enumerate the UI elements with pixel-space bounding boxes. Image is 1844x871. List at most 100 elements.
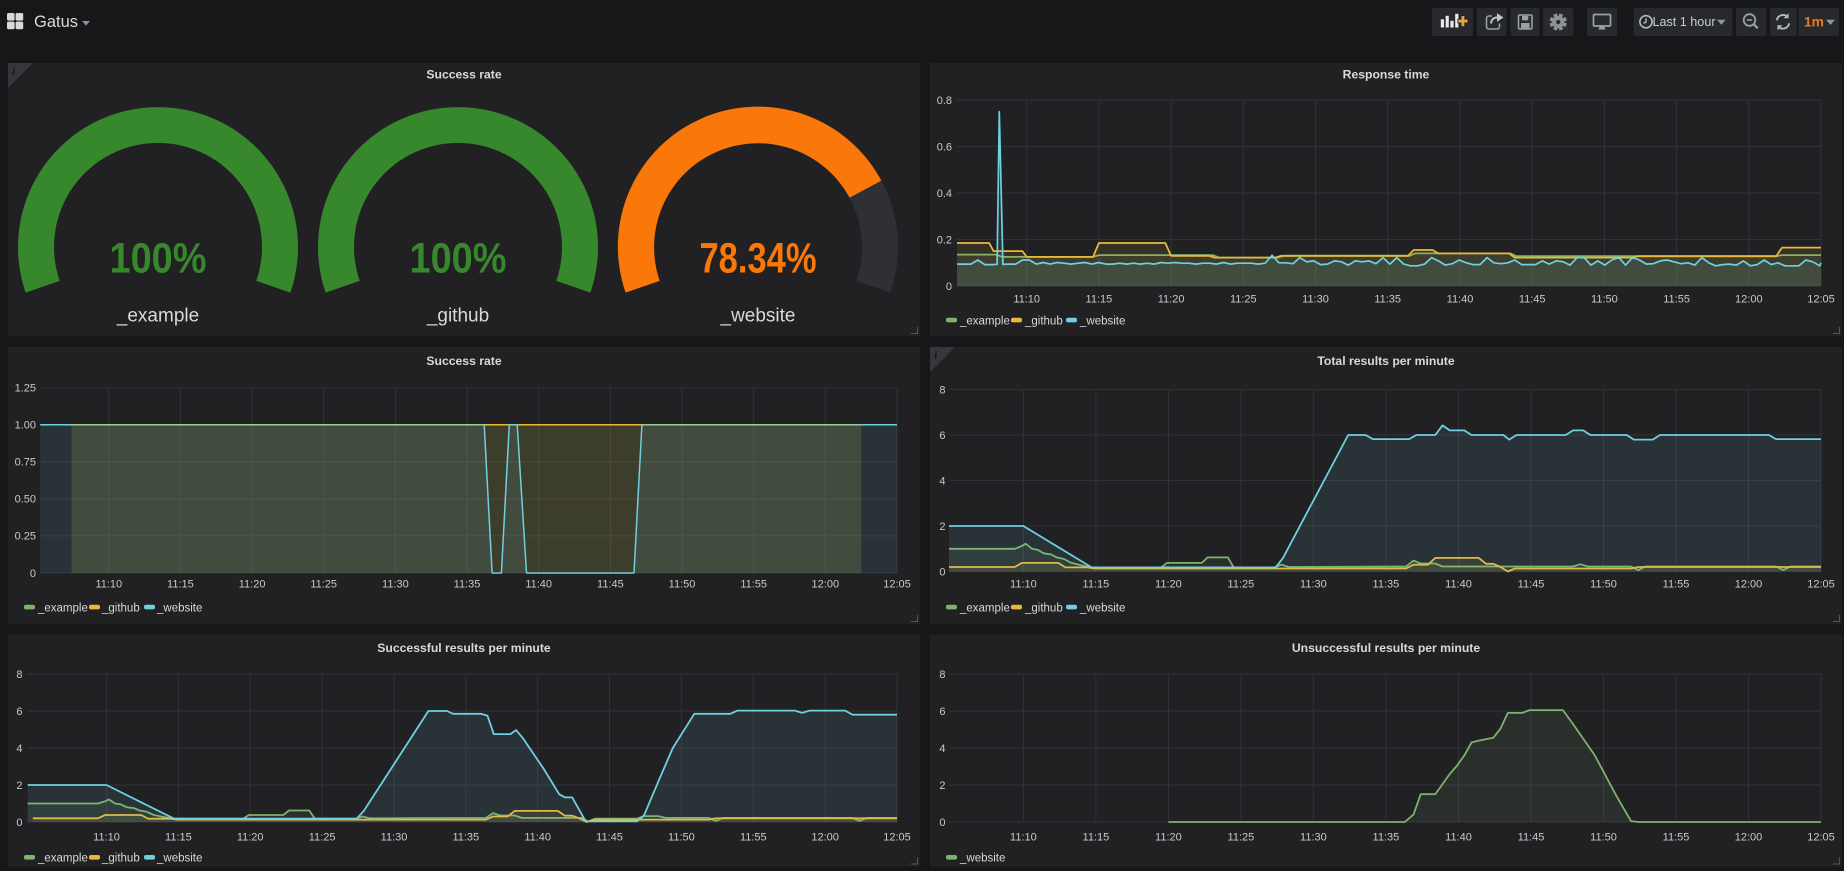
- svg-text:_github: _github: [1024, 316, 1063, 328]
- svg-text:2: 2: [939, 780, 945, 792]
- svg-text:12:05: 12:05: [1807, 831, 1835, 843]
- svg-text:11:50: 11:50: [668, 831, 695, 843]
- svg-text:11:10: 11:10: [93, 831, 120, 843]
- svg-text:12:00: 12:00: [1735, 293, 1763, 305]
- svg-text:11:45: 11:45: [1518, 578, 1545, 590]
- svg-text:0: 0: [16, 817, 22, 829]
- svg-text:_website: _website: [156, 603, 202, 615]
- svg-text:6: 6: [939, 430, 945, 442]
- svg-text:11:25: 11:25: [1228, 831, 1255, 843]
- svg-text:0: 0: [939, 817, 945, 829]
- svg-text:Unsuccessful results per minut: Unsuccessful results per minute: [1292, 641, 1481, 655]
- svg-text:4: 4: [939, 475, 945, 487]
- svg-text:11:40: 11:40: [524, 831, 551, 843]
- svg-text:0.2: 0.2: [937, 234, 952, 246]
- svg-text:11:25: 11:25: [1228, 578, 1255, 590]
- svg-text:11:10: 11:10: [1010, 578, 1037, 590]
- svg-text:11:30: 11:30: [382, 578, 409, 590]
- svg-text:11:25: 11:25: [310, 578, 337, 590]
- svg-text:_example: _example: [959, 603, 1010, 615]
- svg-text:11:45: 11:45: [1518, 831, 1545, 843]
- svg-text:11:55: 11:55: [740, 831, 767, 843]
- svg-text:2: 2: [939, 521, 945, 533]
- svg-text:_example: _example: [959, 316, 1010, 328]
- svg-text:0: 0: [946, 281, 952, 293]
- svg-text:12:05: 12:05: [1807, 578, 1835, 590]
- svg-text:0.50: 0.50: [15, 494, 36, 506]
- svg-text:11:50: 11:50: [1591, 293, 1618, 305]
- svg-text:Response time: Response time: [1343, 68, 1430, 82]
- svg-text:11:30: 11:30: [1302, 293, 1329, 305]
- svg-text:11:50: 11:50: [1590, 831, 1617, 843]
- svg-text:12:00: 12:00: [812, 578, 840, 590]
- svg-text:_github: _github: [1024, 603, 1063, 615]
- svg-text:6: 6: [939, 706, 945, 718]
- svg-text:0.25: 0.25: [15, 531, 36, 543]
- svg-text:0: 0: [939, 566, 945, 578]
- svg-text:11:20: 11:20: [1158, 293, 1185, 305]
- svg-text:4: 4: [939, 743, 945, 755]
- svg-text:11:30: 11:30: [1300, 831, 1327, 843]
- svg-text:Success rate: Success rate: [426, 68, 501, 82]
- svg-text:11:50: 11:50: [1590, 578, 1617, 590]
- svg-text:11:15: 11:15: [165, 831, 192, 843]
- svg-text:11:15: 11:15: [1086, 293, 1113, 305]
- svg-text:11:10: 11:10: [1013, 293, 1040, 305]
- svg-text:100%: 100%: [110, 236, 207, 283]
- svg-text:11:55: 11:55: [1663, 831, 1690, 843]
- svg-text:11:40: 11:40: [1445, 831, 1472, 843]
- svg-text:12:00: 12:00: [1735, 578, 1763, 590]
- svg-text:0: 0: [30, 568, 36, 580]
- svg-text:8: 8: [939, 669, 945, 681]
- svg-text:12:05: 12:05: [883, 578, 911, 590]
- svg-text:11:40: 11:40: [1447, 293, 1474, 305]
- svg-text:1m: 1m: [1804, 14, 1824, 29]
- svg-text:_example: _example: [37, 853, 88, 865]
- svg-text:_website: _website: [156, 853, 202, 865]
- svg-text:1.00: 1.00: [15, 420, 36, 432]
- svg-text:11:35: 11:35: [454, 578, 481, 590]
- svg-text:11:25: 11:25: [309, 831, 336, 843]
- svg-text:11:20: 11:20: [1155, 831, 1182, 843]
- svg-text:12:05: 12:05: [1807, 293, 1835, 305]
- svg-text:11:10: 11:10: [1010, 831, 1037, 843]
- svg-text:11:30: 11:30: [381, 831, 408, 843]
- svg-text:11:15: 11:15: [1083, 578, 1110, 590]
- svg-text:11:35: 11:35: [452, 831, 479, 843]
- svg-text:_website: _website: [1079, 316, 1125, 328]
- svg-text:11:45: 11:45: [596, 831, 623, 843]
- svg-text:_website: _website: [1079, 603, 1125, 615]
- svg-text:_github: _github: [426, 306, 489, 327]
- svg-text:4: 4: [16, 743, 22, 755]
- svg-text:11:50: 11:50: [669, 578, 696, 590]
- svg-text:8: 8: [16, 669, 22, 681]
- svg-text:0.8: 0.8: [937, 95, 952, 107]
- svg-text:11:10: 11:10: [95, 578, 122, 590]
- svg-text:12:05: 12:05: [883, 831, 911, 843]
- svg-text:8: 8: [939, 384, 945, 396]
- svg-text:12:00: 12:00: [811, 831, 839, 843]
- svg-text:_github: _github: [101, 853, 140, 865]
- svg-text:Last 1 hour: Last 1 hour: [1653, 15, 1716, 29]
- svg-text:11:40: 11:40: [525, 578, 552, 590]
- svg-text:11:35: 11:35: [1374, 293, 1401, 305]
- svg-text:11:20: 11:20: [1155, 578, 1182, 590]
- svg-text:11:15: 11:15: [1083, 831, 1110, 843]
- svg-text:11:45: 11:45: [597, 578, 624, 590]
- svg-text:_example: _example: [37, 603, 88, 615]
- svg-text:11:20: 11:20: [237, 831, 264, 843]
- svg-text:Gatus: Gatus: [34, 13, 78, 31]
- svg-text:11:55: 11:55: [1663, 578, 1690, 590]
- svg-text:11:15: 11:15: [167, 578, 194, 590]
- svg-text:11:55: 11:55: [1663, 293, 1690, 305]
- svg-text:0.4: 0.4: [937, 188, 952, 200]
- svg-text:11:20: 11:20: [239, 578, 266, 590]
- svg-text:6: 6: [16, 706, 22, 718]
- svg-text:1.25: 1.25: [15, 383, 36, 395]
- svg-text:11:25: 11:25: [1230, 293, 1257, 305]
- svg-text:11:40: 11:40: [1445, 578, 1472, 590]
- svg-text:_website: _website: [720, 306, 796, 327]
- svg-text:0.75: 0.75: [15, 457, 36, 469]
- svg-text:Total results per minute: Total results per minute: [1317, 354, 1454, 368]
- svg-text:78.34%: 78.34%: [700, 236, 817, 283]
